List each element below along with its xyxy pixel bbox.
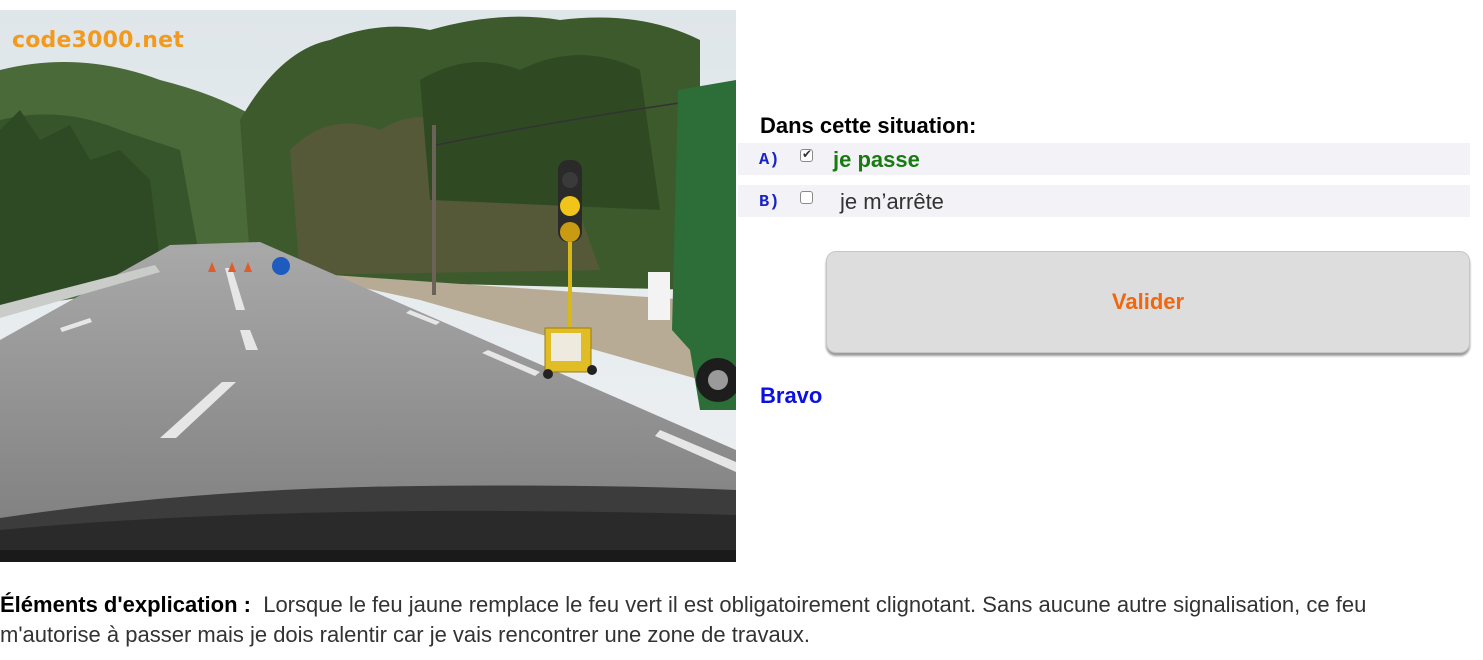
answer-option-a[interactable]: A) ✔ je passe [738, 143, 1470, 175]
answer-a-checkbox[interactable]: ✔ [800, 147, 813, 162]
validate-button[interactable]: Valider [826, 251, 1470, 353]
feedback-result: Bravo [760, 383, 823, 408]
explanation-block: Éléments d'explication : Lorsque le feu … [0, 590, 1470, 650]
answer-option-b[interactable]: B) je m’arrête [738, 185, 1470, 217]
question-prompt: Dans cette situation: [760, 113, 977, 138]
checkmark-icon: ✔ [802, 147, 813, 161]
road-photo-icon [0, 10, 736, 562]
question-photo: code3000.net [0, 10, 736, 562]
answer-text: je m’arrête [840, 189, 944, 214]
answer-b-checkbox[interactable] [800, 191, 813, 204]
explanation-label: Éléments d'explication : [0, 592, 251, 617]
answer-letter: A) [759, 151, 780, 170]
site-watermark: code3000.net [12, 28, 184, 53]
answer-text: je passe [833, 147, 920, 172]
answer-letter: B) [759, 193, 780, 212]
